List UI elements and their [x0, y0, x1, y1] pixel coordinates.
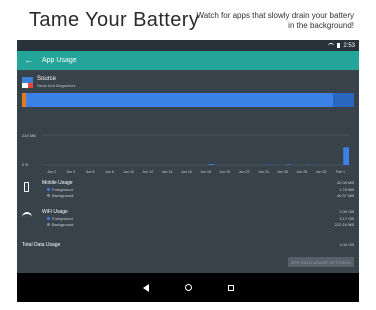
chart-tick-label: Jun 2 — [47, 170, 56, 174]
chart-tick-label: Jun 18 — [200, 170, 211, 174]
navigation-bar — [17, 273, 359, 302]
chart-tick-label: Jun 4 — [66, 170, 75, 174]
nav-home-icon[interactable] — [184, 284, 192, 291]
daily-usage-chart: 224 MB 0 B Jun 2 Jun 4 Jun 6 Jun 8 Jun 10 Jun 1… — [22, 115, 354, 175]
tablet-screen: 2:53 ← App Usage Source News And Magazin… — [17, 40, 359, 302]
back-arrow-icon[interactable]: ← — [24, 56, 33, 65]
nav-back-icon[interactable] — [142, 283, 149, 292]
mobile-background-value: 40.37 MB — [336, 193, 354, 198]
chart-tick-label: Jun 30 — [316, 170, 327, 174]
wifi-status-icon — [328, 43, 335, 48]
nav-recents-icon[interactable] — [227, 284, 234, 291]
wifi-icon — [22, 211, 32, 223]
wifi-foreground-label: Foreground — [52, 216, 73, 221]
promo-title: Tame Your Battery — [29, 9, 200, 31]
phone-icon — [22, 182, 32, 194]
promo-subtitle: Watch for apps that slowly drain your ba… — [196, 11, 354, 30]
chart-tick-label: Jun 6 — [86, 170, 95, 174]
chart-tick-label: Jun 14 — [162, 170, 173, 174]
wifi-background-label: Background — [52, 222, 74, 227]
wifi-foreground: Foreground — [47, 216, 73, 221]
wifi-usage-total: 3.39 GB — [339, 209, 354, 214]
y-axis-max-label: 224 MB — [22, 133, 36, 138]
total-usage-value: 3.44 GB — [339, 242, 354, 247]
chart-tick-label: Jun 20 — [219, 170, 230, 174]
usage-bar-remainder — [333, 93, 354, 107]
y-axis-zero-label: 0 B — [22, 162, 28, 167]
mobile-usage-total: 42.08 MB — [336, 180, 354, 185]
chart-tick-label: Feb 1 — [336, 170, 345, 174]
chart-tick-label: Jun 22 — [239, 170, 250, 174]
source-category: News And Magazines — [37, 83, 76, 88]
mobile-foreground-label: Foreground — [52, 187, 73, 192]
status-time: 2:53 — [343, 42, 355, 49]
battery-status-icon — [337, 43, 341, 48]
wifi-usage-title: WiFi Usage — [42, 209, 68, 215]
chart-tick-label: Jun 28 — [296, 170, 307, 174]
chart-bar — [285, 164, 292, 165]
wifi-foreground-value: 3.17 GB — [339, 216, 354, 221]
total-usage-label: Total Data Usage — [22, 242, 61, 248]
app-bar-title: App Usage — [42, 57, 77, 64]
mobile-foreground-value: 1.78 MB — [339, 187, 354, 192]
mobile-usage-title: Mobile Usage — [42, 180, 73, 186]
foreground-dot-icon — [47, 188, 50, 192]
chart-tick-label: Jun 16 — [181, 170, 192, 174]
background-dot-icon — [47, 194, 50, 198]
wifi-background-value: 222.16 MB — [334, 222, 354, 227]
chart-svg: 224 MB 0 B Jun 2 Jun 4 Jun 6 Jun 8 Jun 10 Jun 1… — [22, 133, 350, 174]
usage-bar — [22, 93, 354, 107]
source-app[interactable]: Source News And Magazines — [22, 76, 75, 89]
chart-tick-label: Jun 12 — [142, 170, 153, 174]
news-app-icon — [22, 77, 33, 88]
chart-bar — [208, 164, 215, 165]
usage-bar-blue — [26, 93, 333, 107]
app-bar: ← App Usage — [17, 51, 359, 70]
chart-tick-label: Jun 24 — [258, 170, 269, 174]
wifi-usage-row[interactable]: WiFi Usage 3.39 GB Foreground 3.17 GB Ba… — [22, 209, 354, 231]
chart-tick-label: Jun 8 — [105, 170, 114, 174]
status-bar: 2:53 — [17, 40, 359, 51]
chart-tick-label: Jun 10 — [123, 170, 134, 174]
chart-bar — [343, 147, 350, 165]
chart-tick-label: Jun 26 — [277, 170, 288, 174]
mobile-foreground: Foreground — [47, 187, 73, 192]
wifi-background: Background — [47, 222, 73, 227]
app-data-usage-settings-button[interactable]: APP DATA USAGE SETTINGS — [288, 257, 354, 267]
usage-content: Source News And Magazines 224 MB 0 B Jun 2… — [17, 70, 359, 273]
foreground-dot-icon — [47, 217, 50, 221]
mobile-background: Background — [47, 193, 73, 198]
background-dot-icon — [47, 223, 50, 227]
mobile-background-label: Background — [52, 193, 74, 198]
source-name: Source — [37, 76, 57, 82]
mobile-usage-row[interactable]: Mobile Usage 42.08 MB Foreground 1.78 MB… — [22, 180, 354, 202]
